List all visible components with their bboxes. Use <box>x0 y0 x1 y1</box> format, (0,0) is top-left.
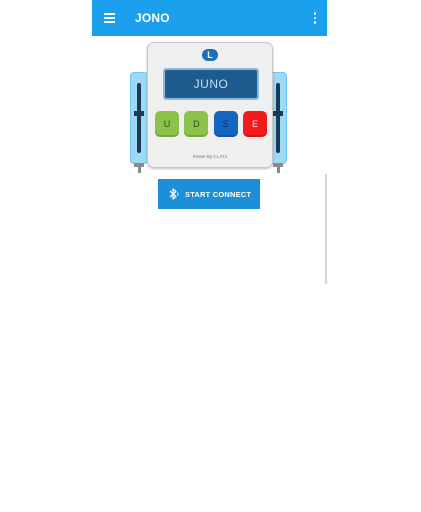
panel-buttons: U D S E <box>155 111 267 137</box>
control-panel: L JUNO U D S E Power By CL Pro <box>147 42 273 168</box>
app-bar: JONO <box>92 0 327 36</box>
start-connect-button[interactable]: START CONNECT <box>158 179 260 209</box>
brand-logo: L <box>202 49 218 61</box>
display-text: JUNO <box>193 77 229 91</box>
right-stick-tip <box>277 163 280 173</box>
up-button[interactable]: U <box>155 111 179 137</box>
down-button[interactable]: D <box>184 111 209 137</box>
left-stick-tip <box>138 163 141 173</box>
bluetooth-icon <box>169 188 179 200</box>
right-stick-knob <box>273 111 283 116</box>
overflow-menu-icon[interactable] <box>303 0 327 36</box>
controller-illustration: L JUNO U D S E Power By CL Pro <box>128 40 292 173</box>
emergency-button[interactable]: E <box>242 111 267 137</box>
right-stick <box>276 83 280 153</box>
stop-button[interactable]: S <box>213 111 238 137</box>
panel-edge-divider <box>325 174 327 284</box>
left-joystick-arm <box>130 72 148 173</box>
hamburger-menu-icon[interactable] <box>94 0 124 36</box>
display-screen: JUNO <box>163 68 259 100</box>
powered-by-text: Power By CL Pro <box>192 154 228 159</box>
app-title: JONO <box>135 11 170 25</box>
left-stick-knob <box>134 111 144 116</box>
left-stick <box>137 83 141 153</box>
start-connect-label: START CONNECT <box>185 189 252 199</box>
